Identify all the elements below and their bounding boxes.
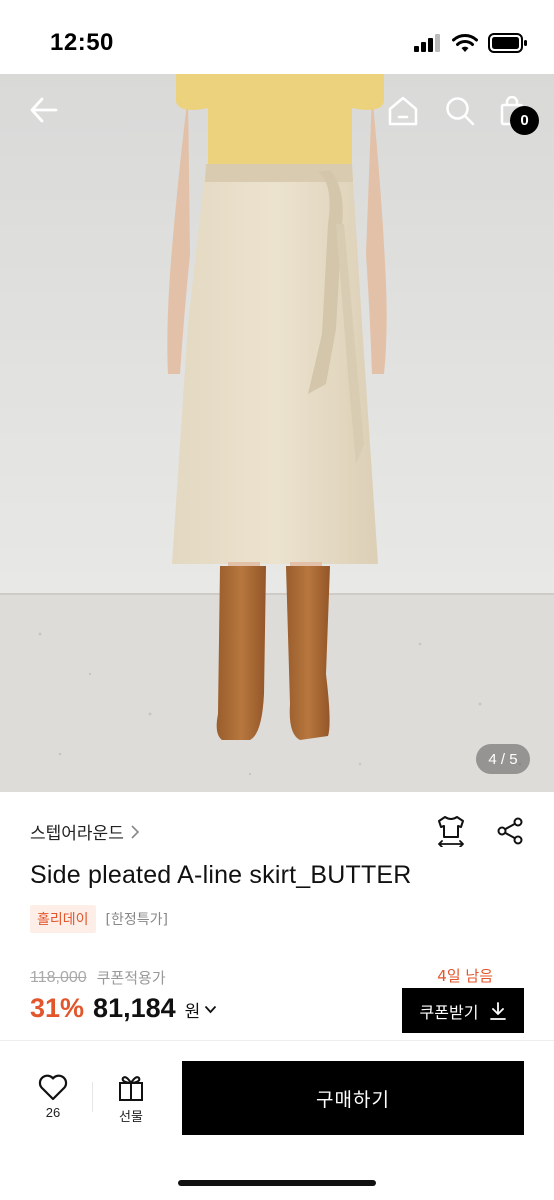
brand-link[interactable]: 스텝어라운드 [30, 819, 140, 844]
search-button[interactable] [440, 91, 480, 131]
price-top: 118,000 쿠폰적용가 [30, 967, 166, 988]
wifi-icon [452, 33, 478, 52]
holiday-tag: 홀리데이 [30, 905, 96, 933]
signal-icon [414, 34, 440, 52]
like-count: 26 [45, 1105, 61, 1120]
like-button[interactable]: 26 [30, 1074, 76, 1120]
product-image[interactable] [0, 74, 554, 792]
days-left: 4일 남음 [437, 967, 493, 985]
image-counter: 4 / 5 [476, 744, 530, 774]
back-button[interactable] [24, 90, 64, 130]
tag-row: 홀리데이 [한정특가] [30, 905, 168, 933]
brand-name: 스텝어라운드 [30, 824, 124, 844]
price-row[interactable]: 31% 81,184 원 [30, 993, 217, 1024]
home-indicator[interactable] [178, 1180, 376, 1186]
currency-dropdown[interactable]: 원 [185, 997, 218, 1022]
size-guide-icon[interactable] [436, 815, 466, 847]
chevron-right-icon [131, 824, 139, 839]
product-name: Side pleated A-line skirt_BUTTER [30, 861, 412, 889]
cart-count-badge: 0 [510, 106, 539, 135]
product-photo [0, 74, 554, 792]
chevron-down-icon [205, 1005, 217, 1014]
battery-icon [488, 33, 527, 53]
share-icon[interactable] [496, 817, 524, 845]
divider [0, 1040, 554, 1041]
bottom-divider [92, 1082, 93, 1112]
heart-icon [38, 1074, 68, 1101]
gift-button[interactable]: 선물 [108, 1074, 154, 1125]
arrow-left-icon [30, 97, 58, 123]
final-price: 81,184 [93, 993, 176, 1023]
gift-icon [119, 1076, 143, 1101]
home-button[interactable] [383, 91, 423, 131]
status-time: 12:50 [50, 29, 114, 56]
info-actions [436, 815, 524, 847]
limited-tag: [한정특가] [105, 912, 168, 928]
search-icon [446, 97, 475, 126]
coupon-download-button[interactable]: 쿠폰받기 [402, 988, 524, 1033]
status-bar: 12:50 [0, 0, 554, 74]
original-price: 118,000 [30, 968, 87, 986]
currency-label: 원 [184, 1002, 201, 1022]
home-icon [388, 96, 418, 126]
buy-button[interactable]: 구매하기 [182, 1061, 524, 1135]
download-icon [490, 1001, 507, 1020]
gift-label: 선물 [119, 1109, 143, 1124]
coupon-price-label: 쿠폰적용가 [96, 969, 166, 987]
coupon-button-label: 쿠폰받기 [419, 1002, 479, 1022]
discount-rate: 31% [30, 993, 85, 1023]
status-icons [414, 33, 528, 53]
